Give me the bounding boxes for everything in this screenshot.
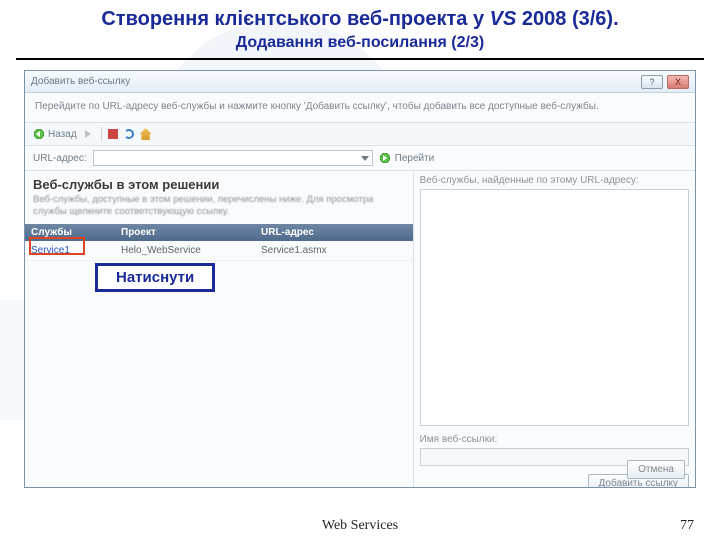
- window-controls: ? X: [641, 75, 689, 89]
- slide-title-text-b: 2008 (3/6).: [516, 8, 618, 30]
- solutions-description: Веб-службы, доступные в этом решении, пе…: [25, 194, 413, 224]
- grid-header: Службы Проект URL-адрес: [25, 224, 413, 241]
- cancel-button[interactable]: Отмена: [627, 460, 685, 479]
- forward-button[interactable]: [83, 128, 95, 140]
- slide-title-vs: VS: [490, 8, 517, 30]
- cell-url: Service1.asmx: [255, 241, 413, 260]
- dialog-caption: Добавить веб-ссылку: [31, 76, 130, 87]
- solutions-header: Веб-службы в этом решении: [25, 171, 413, 194]
- slide-footer: Web Services: [0, 518, 720, 534]
- url-row: URL-адрес: Перейти: [25, 146, 695, 171]
- titlebar: Добавить веб-ссылку ? X: [25, 71, 695, 93]
- close-button[interactable]: X: [667, 75, 689, 89]
- slide-subtitle: Додавання веб-посилання (2/3): [0, 31, 720, 58]
- grid-col-project: Проект: [115, 224, 255, 241]
- go-button[interactable]: Перейти: [379, 152, 435, 164]
- table-row: Service1 Helo_WebService Service1.asmx: [25, 241, 413, 261]
- slide-title: Створення клієнтського веб-проекта у VS …: [0, 0, 720, 31]
- dialog-body: Веб-службы в этом решении Веб-службы, до…: [25, 171, 695, 488]
- refresh-button[interactable]: [124, 129, 134, 139]
- stop-icon: [108, 129, 118, 139]
- go-label: Перейти: [395, 153, 435, 164]
- toolbar-separator: [101, 127, 102, 141]
- service-link[interactable]: Service1: [31, 245, 70, 256]
- url-combo[interactable]: [93, 150, 373, 166]
- cell-project: Helo_WebService: [115, 241, 255, 260]
- nav-toolbar: Назад: [25, 123, 695, 146]
- back-button[interactable]: Назад: [33, 128, 77, 140]
- stop-button[interactable]: [108, 129, 118, 139]
- callout-click: Натиснути: [95, 263, 215, 292]
- dialog-instruction: Перейдите по URL-адресу веб-службы и наж…: [25, 93, 695, 123]
- right-pane: Веб-службы, найденные по этому URL-адрес…: [414, 171, 695, 488]
- slide-title-text-a: Створення клієнтського веб-проекта у: [101, 8, 489, 30]
- dialog-footer: Отмена: [627, 460, 685, 479]
- grid-col-url: URL-адрес: [255, 224, 413, 241]
- grid-col-services: Службы: [25, 224, 115, 241]
- refresh-icon: [124, 129, 134, 139]
- title-divider: [16, 58, 704, 60]
- home-button[interactable]: [140, 128, 152, 140]
- home-icon: [140, 128, 152, 140]
- page-number: 77: [680, 518, 694, 534]
- url-label: URL-адрес:: [33, 153, 87, 164]
- found-services-label: Веб-службы, найденные по этому URL-адрес…: [420, 173, 689, 189]
- forward-icon: [83, 128, 95, 140]
- go-icon: [379, 152, 391, 164]
- back-icon: [33, 128, 45, 140]
- slide: Створення клієнтського веб-проекта у VS …: [0, 0, 720, 540]
- help-button[interactable]: ?: [641, 75, 663, 89]
- back-label: Назад: [48, 129, 77, 140]
- ref-name-label: Имя веб-ссылки:: [420, 432, 689, 448]
- found-services-list[interactable]: [420, 189, 689, 426]
- left-pane: Веб-службы в этом решении Веб-службы, до…: [25, 171, 414, 488]
